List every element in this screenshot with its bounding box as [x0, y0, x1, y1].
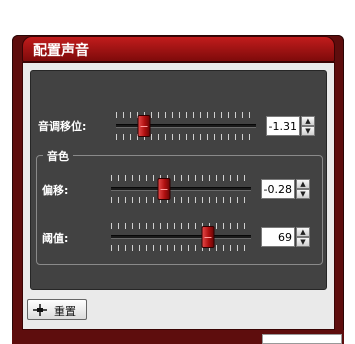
pitch-slider-thumb[interactable]	[137, 115, 151, 137]
offset-spinbox[interactable]: ▲ ▼	[261, 179, 311, 199]
dialog-body: 音调移位: ▲ ▼ 音色 偏移:	[22, 62, 335, 330]
threshold-label: 阈值:	[42, 232, 69, 245]
title-bar: 配置声音	[22, 36, 335, 62]
threshold-spin-buttons: ▲ ▼	[296, 227, 310, 247]
pitch-spin-buttons: ▲ ▼	[301, 116, 315, 136]
pitch-spin-up-icon[interactable]: ▲	[301, 116, 315, 126]
pitch-value-input[interactable]	[266, 116, 300, 136]
window-title: 配置声音	[33, 43, 89, 59]
pitch-label: 音调移位:	[38, 120, 87, 133]
threshold-slider-ticks-top	[111, 223, 251, 229]
timbre-group: 音色 偏移: ▲ ▼ 阈值:	[36, 148, 323, 265]
pitch-slider[interactable]	[116, 111, 256, 141]
reset-button-label: 重置	[54, 306, 76, 318]
timbre-group-title: 音色	[43, 148, 73, 164]
reset-slider-icon	[33, 304, 47, 316]
offset-slider-ticks-top	[111, 175, 251, 181]
threshold-slider-track[interactable]	[111, 235, 251, 239]
settings-panel: 音调移位: ▲ ▼ 音色 偏移:	[30, 70, 327, 290]
bottom-field[interactable]	[262, 334, 342, 344]
pitch-spin-down-icon[interactable]: ▼	[301, 126, 315, 136]
offset-slider[interactable]	[111, 174, 251, 204]
offset-label: 偏移:	[42, 184, 69, 197]
offset-slider-thumb[interactable]	[157, 178, 171, 200]
threshold-spinbox[interactable]: ▲ ▼	[261, 227, 311, 247]
threshold-slider-ticks-bottom	[111, 245, 251, 251]
offset-spin-buttons: ▲ ▼	[296, 179, 310, 199]
offset-slider-track[interactable]	[111, 187, 251, 191]
offset-spin-down-icon[interactable]: ▼	[296, 189, 310, 199]
threshold-slider[interactable]	[111, 222, 251, 252]
offset-value-input[interactable]	[261, 179, 295, 199]
threshold-slider-thumb[interactable]	[201, 226, 215, 248]
threshold-spin-down-icon[interactable]: ▼	[296, 237, 310, 247]
pitch-spinbox[interactable]: ▲ ▼	[266, 116, 316, 136]
threshold-value-input[interactable]	[261, 227, 295, 247]
offset-slider-ticks-bottom	[111, 197, 251, 203]
reset-button[interactable]: 重置	[27, 299, 87, 320]
threshold-spin-up-icon[interactable]: ▲	[296, 227, 310, 237]
offset-spin-up-icon[interactable]: ▲	[296, 179, 310, 189]
